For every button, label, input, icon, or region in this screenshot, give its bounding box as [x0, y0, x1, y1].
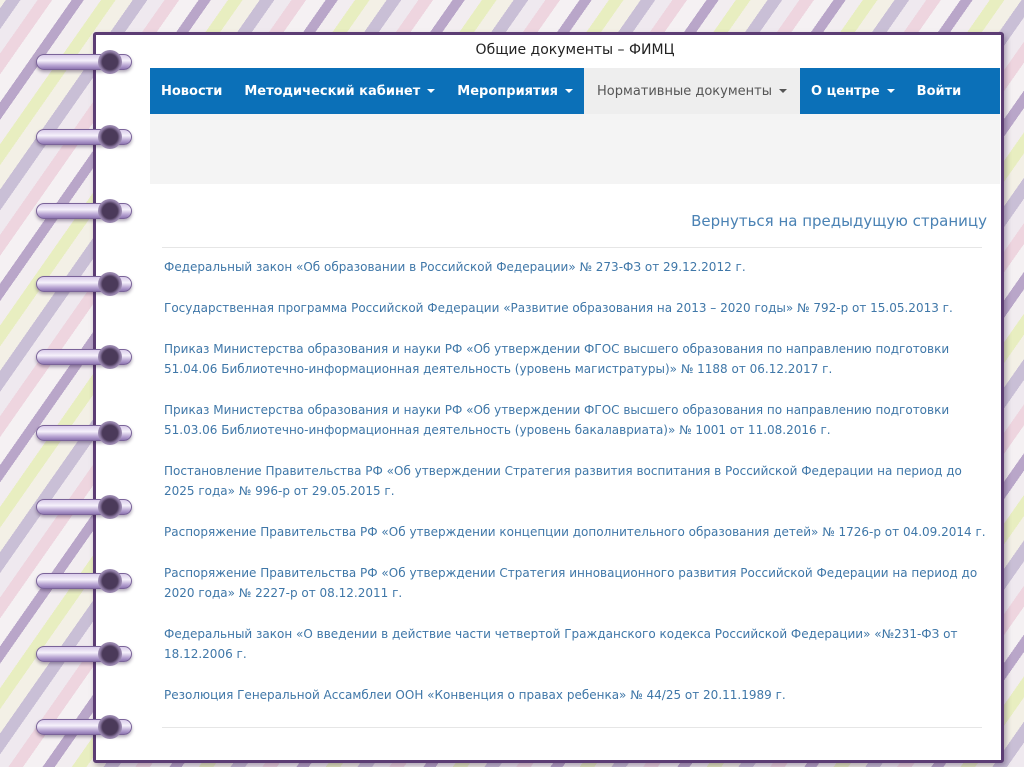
document-link[interactable]: Приказ Министерства образования и науки … — [164, 339, 989, 379]
nav-item-about[interactable]: О центре — [800, 68, 906, 114]
binder-ring — [36, 343, 132, 371]
binder-ring — [36, 48, 132, 76]
binder-ring — [36, 493, 132, 521]
document-list: Федеральный закон «Об образовании в Росс… — [164, 257, 989, 726]
document-link[interactable]: Распоряжение Правительства РФ «Об утверж… — [164, 522, 989, 542]
nav-item-label: Методический кабинет — [244, 83, 421, 99]
document-link[interactable]: Приказ Министерства образования и науки … — [164, 400, 989, 440]
binder-ring — [36, 567, 132, 595]
divider — [162, 247, 982, 248]
nav-item-login[interactable]: Войти — [906, 68, 973, 114]
window-title: Общие документы – ФИМЦ — [475, 42, 675, 58]
nav-item-label: Войти — [916, 83, 962, 99]
document-link[interactable]: Государственная программа Российской Фед… — [164, 298, 989, 318]
document-link[interactable]: Распоряжение Правительства РФ «Об утверж… — [164, 563, 989, 603]
nav-item-events[interactable]: Мероприятия — [446, 68, 584, 114]
caret-down-icon — [565, 89, 574, 93]
binder-ring — [36, 713, 132, 741]
nav-item-normative-documents[interactable]: Нормативные документы — [584, 68, 800, 114]
back-link[interactable]: Вернуться на предыдущую страницу — [691, 212, 987, 230]
nav-item-label: Нормативные документы — [597, 83, 772, 99]
document-link[interactable]: Федеральный закон «О введении в действие… — [164, 624, 989, 664]
nav-item-label: Новости — [161, 83, 223, 99]
document-link[interactable]: Постановление Правительства РФ «Об утвер… — [164, 461, 989, 501]
nav-item-news[interactable]: Новости — [150, 68, 233, 114]
main-navbar: Новости Методический кабинет Мероприятия… — [150, 68, 1000, 114]
divider — [162, 727, 982, 728]
binder-ring — [36, 640, 132, 668]
document-link[interactable]: Федеральный закон «Об образовании в Росс… — [164, 257, 989, 277]
nav-item-methodical-cabinet[interactable]: Методический кабинет — [233, 68, 446, 114]
binder-ring — [36, 419, 132, 447]
notebook-page: Общие документы – ФИМЦ Новости Методичес… — [93, 32, 1004, 763]
binder-ring — [36, 197, 132, 225]
nav-item-label: Мероприятия — [457, 83, 559, 99]
binder-ring — [36, 270, 132, 298]
document-link[interactable]: Резолюция Генеральной Ассамблеи ООН «Кон… — [164, 685, 989, 705]
caret-down-icon — [886, 89, 895, 93]
caret-down-icon — [427, 89, 436, 93]
header-band — [150, 114, 1000, 184]
binder-ring — [36, 123, 132, 151]
caret-down-icon — [779, 89, 787, 93]
nav-item-label: О центре — [811, 83, 880, 99]
